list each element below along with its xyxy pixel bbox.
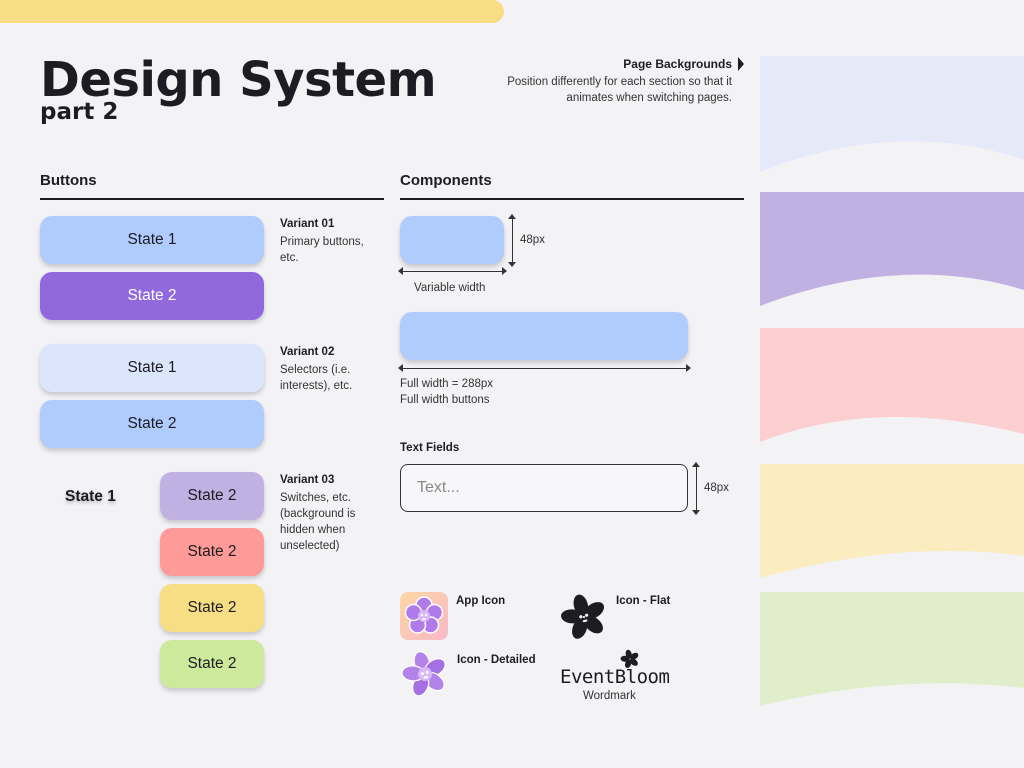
page-background-purple	[760, 192, 1024, 308]
icon-flat-label: Icon - Flat	[616, 595, 671, 607]
full-width-label: Full width = 288px	[400, 378, 494, 390]
page-backgrounds-description: Position differently for each section so…	[507, 76, 732, 104]
arrow-right-icon	[686, 364, 691, 372]
variant02-title: Variant 02	[280, 346, 335, 358]
arrow-down-icon	[692, 510, 700, 515]
components-divider	[400, 198, 744, 200]
variant02-description: Selectors (i.e. interests), etc.	[280, 364, 353, 392]
full-width-dimension-line	[401, 368, 687, 369]
text-field-placeholder: Text...	[417, 479, 460, 496]
flat-flower-icon	[558, 590, 610, 642]
play-triangle-icon	[738, 57, 744, 71]
text-field-height-label: 48px	[704, 482, 729, 494]
variant02-state1-button[interactable]: State 1	[40, 344, 264, 392]
top-accent-bar	[0, 0, 504, 23]
detailed-flower-icon	[398, 646, 452, 700]
variant03-state2-yellow-button[interactable]: State 2	[160, 584, 264, 632]
wordmark-label: Wordmark	[583, 690, 636, 702]
arrow-right-icon	[502, 267, 507, 275]
text-fields-label: Text Fields	[400, 442, 460, 454]
buttons-heading: Buttons	[40, 172, 97, 189]
variant03-state1-switch[interactable]: State 1	[65, 488, 116, 506]
variant01-state1-button[interactable]: State 1	[40, 216, 264, 264]
page-background-yellow	[760, 464, 1024, 580]
variable-width-label: Variable width	[414, 282, 486, 294]
variant01-state2-button[interactable]: State 2	[40, 272, 264, 320]
variant03-state2-red-button[interactable]: State 2	[160, 528, 264, 576]
icon-detailed-label: Icon - Detailed	[457, 654, 536, 666]
variant03-description: Switches, etc. (background is hidden whe…	[280, 492, 356, 552]
arrow-left-icon	[398, 364, 403, 372]
full-width-buttons-label: Full width buttons	[400, 394, 490, 406]
arrow-up-icon	[508, 214, 516, 219]
page-background-green	[760, 592, 1024, 708]
variant01-description: Primary buttons, etc.	[280, 236, 364, 264]
wordmark-text: EventBloom	[560, 666, 670, 688]
app-icon	[400, 592, 448, 640]
variant02-state2-button[interactable]: State 2	[40, 400, 264, 448]
text-field-height-line	[696, 465, 697, 511]
text-field-sample[interactable]: Text...	[400, 464, 688, 512]
full-width-button-sample[interactable]	[400, 312, 688, 360]
arrow-down-icon	[508, 262, 516, 267]
height-dimension-line	[512, 217, 513, 263]
page-background-red	[760, 328, 1024, 444]
arrow-left-icon	[398, 267, 403, 275]
variant03-title: Variant 03	[280, 474, 335, 486]
buttons-divider	[40, 198, 384, 200]
variant03-state2-purple-button[interactable]: State 2	[160, 472, 264, 520]
arrow-up-icon	[692, 462, 700, 467]
variable-width-button-sample[interactable]	[400, 216, 504, 264]
variable-width-dimension-line	[401, 271, 503, 272]
page-subtitle: part 2	[40, 99, 119, 125]
button-height-label: 48px	[520, 234, 545, 246]
app-icon-label: App Icon	[456, 595, 506, 607]
variant01-title: Variant 01	[280, 218, 335, 230]
page-backgrounds-title: Page Backgrounds	[623, 57, 732, 71]
page-background-blue	[760, 56, 1024, 172]
components-heading: Components	[400, 172, 492, 189]
variant03-state2-green-button[interactable]: State 2	[160, 640, 264, 688]
